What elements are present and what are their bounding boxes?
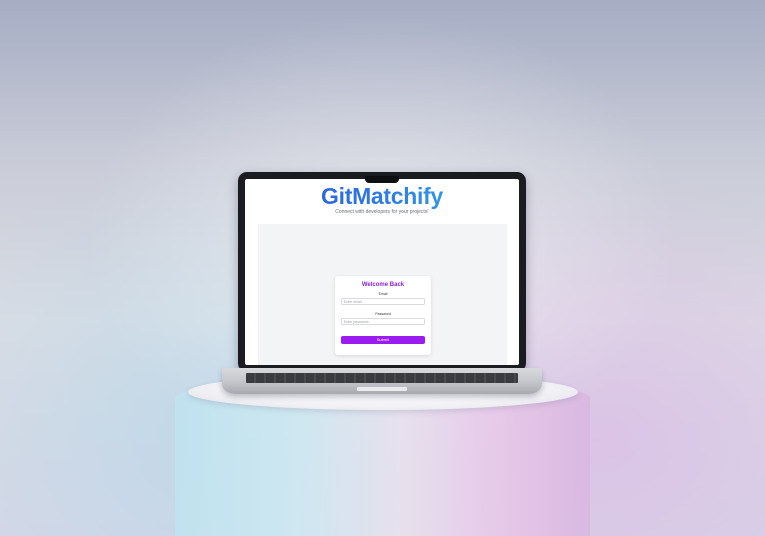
content-area: Welcome Back Email Enter email... Passwo…	[258, 224, 507, 365]
password-field[interactable]: Enter password...	[341, 318, 425, 325]
app-window: GitMatchify Connect with developers for …	[245, 179, 519, 365]
email-field[interactable]: Enter email...	[341, 298, 425, 305]
app-title: GitMatchify	[245, 183, 519, 210]
password-label: Password	[375, 312, 391, 316]
email-label: Email	[378, 292, 388, 296]
login-card: Welcome Back Email Enter email... Passwo…	[335, 276, 431, 355]
submit-button[interactable]: Submit	[341, 336, 425, 344]
login-heading: Welcome Back	[361, 282, 405, 288]
laptop-screen: GitMatchify Connect with developers for …	[238, 172, 526, 372]
laptop-base	[222, 368, 542, 394]
keyboard	[246, 373, 518, 383]
camera-notch	[365, 176, 399, 183]
app-subtitle: Connect with developers for your project…	[335, 209, 429, 215]
trackpad	[357, 387, 407, 391]
